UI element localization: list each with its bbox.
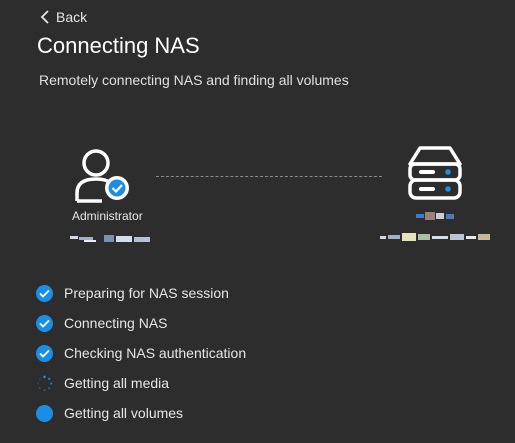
step-item: Getting all volumes	[36, 398, 246, 428]
user-label: Administrator	[72, 209, 143, 223]
page-subtitle: Remotely connecting NAS and finding all …	[39, 72, 349, 88]
connection-line	[156, 176, 382, 177]
step-label: Preparing for NAS session	[64, 285, 229, 301]
redacted-nas-name	[416, 212, 454, 220]
page-title: Connecting NAS	[37, 33, 200, 58]
check-circle-icon	[36, 284, 53, 302]
pending-circle-icon	[36, 404, 53, 422]
redacted-nas-address	[380, 233, 490, 241]
step-item: Checking NAS authentication	[36, 338, 246, 368]
step-label: Getting all volumes	[64, 405, 184, 421]
check-circle-icon	[36, 314, 53, 332]
check-circle-icon	[36, 344, 53, 362]
chevron-left-icon	[40, 10, 49, 24]
step-item: Preparing for NAS session	[36, 278, 246, 308]
progress-steps: Preparing for NAS session Connecting NAS…	[36, 278, 246, 428]
step-item: Getting all media	[36, 368, 246, 398]
redacted-user-info	[70, 235, 150, 242]
step-label: Checking NAS authentication	[64, 345, 247, 361]
back-button[interactable]: Back	[40, 8, 87, 26]
nas-server-icon	[408, 146, 462, 200]
step-item: Connecting NAS	[36, 308, 246, 338]
step-label: Connecting NAS	[64, 315, 168, 331]
loading-spinner-icon	[37, 375, 53, 391]
user-check-icon	[75, 149, 129, 203]
back-label: Back	[56, 9, 88, 25]
step-label: Getting all media	[64, 375, 170, 391]
